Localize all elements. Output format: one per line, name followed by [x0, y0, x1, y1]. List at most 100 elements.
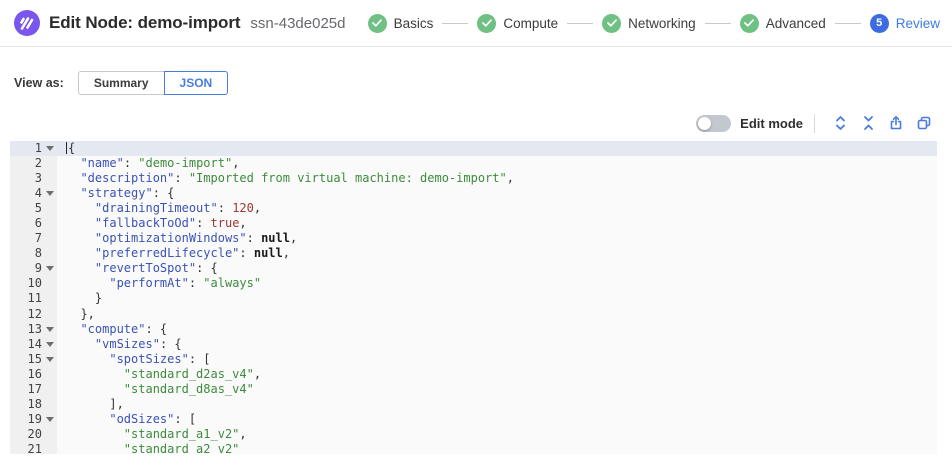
line-number: 5: [10, 201, 44, 216]
step-advanced[interactable]: Advanced: [740, 14, 826, 33]
export-button[interactable]: [885, 112, 907, 134]
step-connector: [705, 23, 731, 24]
code-text: "spotSizes": [: [57, 352, 937, 367]
line-number: 9: [10, 261, 44, 276]
export-icon: [888, 115, 904, 131]
step-label: Basics: [394, 16, 434, 31]
page-title: Edit Node: demo-import: [49, 13, 240, 33]
collapse-all-icon: [861, 115, 876, 131]
line-number: 10: [10, 276, 44, 291]
code-text: "standard_d2as_v4",: [57, 367, 937, 382]
editor-line-14[interactable]: 14 "vmSizes": {: [10, 337, 937, 352]
line-number: 1: [10, 141, 44, 156]
editor-line-16[interactable]: 16 "standard_d2as_v4",: [10, 367, 937, 382]
step-label: Review: [896, 16, 940, 31]
editor-line-20[interactable]: 20 "standard_a1_v2",: [10, 427, 937, 442]
step-label: Networking: [628, 16, 696, 31]
editor-line-15[interactable]: 15 "spotSizes": [: [10, 352, 937, 367]
step-check-icon: [368, 14, 387, 33]
fold-gutter: [44, 201, 57, 216]
editor-line-17[interactable]: 17 "standard_d8as_v4": [10, 382, 937, 397]
fold-toggle-icon[interactable]: [44, 322, 57, 337]
fold-gutter: [44, 171, 57, 186]
view-toggle: Summary JSON: [78, 71, 228, 95]
json-editor[interactable]: 1{2 "name": "demo-import",3 "description…: [10, 141, 937, 454]
code-text: "compute": {: [57, 322, 937, 337]
line-number: 16: [10, 367, 44, 382]
expand-all-button[interactable]: [829, 112, 851, 134]
fold-toggle-icon[interactable]: [44, 337, 57, 352]
editor-line-1[interactable]: 1{: [10, 141, 937, 156]
fold-gutter: [44, 276, 57, 291]
editor-line-13[interactable]: 13 "compute": {: [10, 322, 937, 337]
step-number-badge: 5: [870, 14, 889, 33]
copy-icon: [916, 115, 932, 131]
editor-line-4[interactable]: 4 "strategy": {: [10, 186, 937, 201]
step-basics[interactable]: Basics: [368, 14, 434, 33]
code-text: "vmSizes": {: [57, 337, 937, 352]
fold-gutter: [44, 246, 57, 261]
text-cursor: [66, 142, 67, 154]
code-text: "revertToSpot": {: [57, 261, 937, 276]
code-text: "preferredLifecycle": null,: [57, 246, 937, 261]
line-number: 21: [10, 442, 44, 454]
collapse-all-button[interactable]: [857, 112, 879, 134]
spot-logo-icon: [14, 10, 40, 36]
line-number: 18: [10, 397, 44, 412]
editor-line-10[interactable]: 10 "performAt": "always": [10, 276, 937, 291]
step-label: Compute: [503, 16, 558, 31]
editor-line-21[interactable]: 21 "standard_a2_v2": [10, 442, 937, 454]
code-text: "odSizes": [: [57, 412, 937, 427]
wizard-header: Edit Node: demo-import ssn-43de025d Basi…: [0, 0, 952, 47]
copy-button[interactable]: [913, 112, 935, 134]
line-number: 6: [10, 216, 44, 231]
line-number: 3: [10, 171, 44, 186]
view-as-row: View as: Summary JSON: [14, 71, 952, 95]
step-review[interactable]: 5 Review: [870, 14, 940, 33]
code-text: },: [57, 307, 937, 322]
step-connector: [442, 23, 468, 24]
editor-line-7[interactable]: 7 "optimizationWindows": null,: [10, 231, 937, 246]
editor-line-6[interactable]: 6 "fallbackToOd": true,: [10, 216, 937, 231]
fold-toggle-icon[interactable]: [44, 141, 57, 156]
fold-gutter: [44, 307, 57, 322]
code-text: "standard_a1_v2",: [57, 427, 937, 442]
fold-gutter: [44, 427, 57, 442]
code-text: "performAt": "always": [57, 276, 937, 291]
step-check-icon: [740, 14, 759, 33]
code-text: "fallbackToOd": true,: [57, 216, 937, 231]
summary-view-button[interactable]: Summary: [78, 71, 165, 95]
editor-line-8[interactable]: 8 "preferredLifecycle": null,: [10, 246, 937, 261]
editor-line-18[interactable]: 18 ],: [10, 397, 937, 412]
toggle-knob: [698, 117, 711, 130]
step-connector: [835, 23, 861, 24]
fold-gutter: [44, 291, 57, 306]
json-view-button[interactable]: JSON: [164, 71, 229, 95]
editor-line-9[interactable]: 9 "revertToSpot": {: [10, 261, 937, 276]
step-label: Advanced: [766, 16, 826, 31]
fold-toggle-icon[interactable]: [44, 261, 57, 276]
line-number: 2: [10, 156, 44, 171]
editor-line-11[interactable]: 11 }: [10, 291, 937, 306]
editor-line-19[interactable]: 19 "odSizes": [: [10, 412, 937, 427]
fold-toggle-icon[interactable]: [44, 412, 57, 427]
fold-toggle-icon[interactable]: [44, 352, 57, 367]
step-check-icon: [477, 14, 496, 33]
wizard-stepper: Basics Compute Networking Advanced 5 Review: [368, 14, 940, 33]
view-as-label: View as:: [14, 76, 64, 90]
editor-line-2[interactable]: 2 "name": "demo-import",: [10, 156, 937, 171]
edit-mode-toggle[interactable]: [696, 115, 731, 132]
editor-line-3[interactable]: 3 "description": "Imported from virtual …: [10, 171, 937, 186]
line-number: 11: [10, 291, 44, 306]
step-networking[interactable]: Networking: [602, 14, 696, 33]
editor-line-5[interactable]: 5 "drainingTimeout": 120,: [10, 201, 937, 216]
fold-toggle-icon[interactable]: [44, 186, 57, 201]
code-text: "description": "Imported from virtual ma…: [57, 171, 937, 186]
code-text: "drainingTimeout": 120,: [57, 201, 937, 216]
code-text: "standard_d8as_v4": [57, 382, 937, 397]
step-compute[interactable]: Compute: [477, 14, 558, 33]
line-number: 15: [10, 352, 44, 367]
editor-line-12[interactable]: 12 },: [10, 307, 937, 322]
line-number: 13: [10, 322, 44, 337]
line-number: 20: [10, 427, 44, 442]
